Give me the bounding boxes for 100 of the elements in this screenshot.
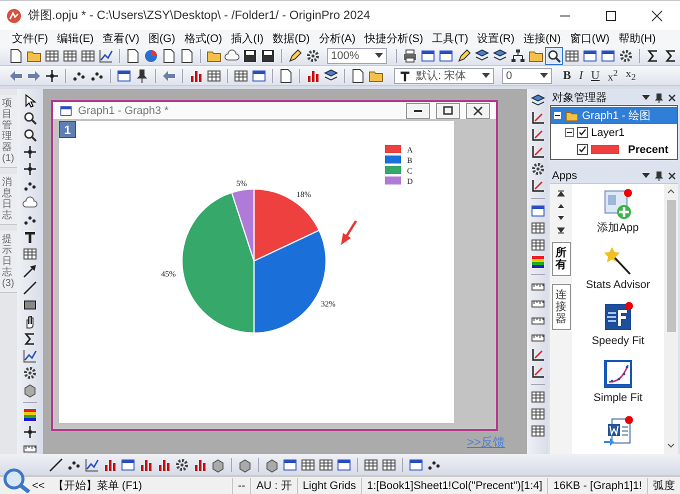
gear-icon[interactable] (618, 48, 634, 64)
grid-icon[interactable] (44, 48, 60, 64)
gear-icon[interactable] (174, 456, 190, 472)
app-label[interactable]: 添加App (597, 222, 639, 235)
checkbox[interactable] (577, 144, 588, 155)
scroll-top-icon[interactable] (557, 190, 565, 198)
menu-item[interactable]: 插入(I) (231, 30, 264, 46)
printer-icon[interactable] (402, 48, 418, 64)
menu-item[interactable]: 快捷分析(S) (364, 30, 424, 46)
crosshair-icon[interactable] (22, 424, 38, 440)
save-icon[interactable] (260, 48, 276, 64)
app-label[interactable]: Simple Fit (594, 392, 642, 405)
grid-icon[interactable] (233, 68, 249, 84)
window-icon[interactable] (420, 48, 436, 64)
zoom-dropdown[interactable]: 100% (327, 48, 387, 64)
side-tab[interactable]: 消息日志 (0, 174, 17, 225)
layers-icon[interactable] (474, 48, 490, 64)
grid-icon[interactable] (530, 406, 546, 422)
close-button[interactable] (466, 102, 490, 118)
window-icon[interactable] (408, 456, 424, 472)
add-app-icon[interactable] (602, 188, 634, 220)
menu-item[interactable]: 查看(V) (102, 30, 140, 46)
line-chart-icon[interactable] (22, 348, 38, 364)
grid-icon[interactable] (530, 220, 546, 236)
window-icon[interactable] (530, 203, 546, 219)
scroll-bottom-icon[interactable] (557, 226, 565, 234)
maximize-icon[interactable] (605, 10, 617, 22)
menu-item[interactable]: 图(G) (148, 30, 176, 46)
format-button[interactable]: U (588, 68, 603, 83)
app-label[interactable]: Speedy Fit (592, 335, 644, 348)
pin-icon[interactable] (655, 92, 663, 102)
layer-badge[interactable]: 1 (59, 121, 76, 138)
grid-icon[interactable] (381, 456, 397, 472)
pin-icon[interactable] (134, 68, 150, 84)
format-button[interactable]: I (576, 68, 586, 83)
caret-icon[interactable] (482, 72, 490, 78)
tree-row[interactable]: Layer1 (551, 124, 677, 141)
font-dropdown[interactable]: 默认: 宋体 (394, 68, 494, 84)
crosshair-icon[interactable] (22, 161, 38, 177)
magnifier-icon[interactable] (22, 110, 38, 126)
apps-tab[interactable]: 连接器 (552, 284, 570, 330)
menu-item[interactable]: 连接(N) (524, 30, 561, 46)
line-chart-icon[interactable] (98, 48, 114, 64)
grid-icon[interactable] (564, 48, 580, 64)
line-icon[interactable] (22, 280, 38, 296)
grid-icon[interactable] (206, 68, 222, 84)
color-bars-icon[interactable] (22, 407, 38, 423)
layers-icon[interactable] (323, 68, 339, 84)
maximize-button[interactable] (436, 102, 460, 118)
axes-icon[interactable] (530, 144, 546, 160)
tree-row[interactable]: Graph1 - 绘图 (551, 107, 677, 124)
caret-icon[interactable] (540, 72, 548, 78)
menu-item[interactable]: 设置(R) (477, 30, 515, 46)
close-icon[interactable] (668, 172, 676, 180)
grid-icon[interactable] (80, 48, 96, 64)
axes-icon[interactable] (530, 178, 546, 194)
gear-icon[interactable] (305, 48, 321, 64)
document-arrow-icon[interactable] (602, 414, 634, 447)
grid-icon[interactable] (363, 456, 379, 472)
crosshair-icon[interactable] (44, 68, 60, 84)
window-icon[interactable] (600, 48, 616, 64)
font-size-dropdown[interactable]: 0 (502, 68, 552, 84)
caret-icon[interactable] (375, 52, 383, 58)
format-button[interactable]: x$_{2}$ (622, 68, 639, 83)
format-button[interactable]: x$^{2}$ (604, 68, 621, 84)
curve-plot-icon[interactable] (602, 358, 634, 390)
line-icon[interactable] (48, 456, 64, 472)
format-button[interactable]: B (560, 68, 574, 83)
window-icon[interactable] (282, 456, 298, 472)
grid-icon[interactable] (530, 389, 546, 405)
menu-item[interactable]: 数据(D) (272, 30, 310, 46)
scrollbar[interactable] (664, 184, 678, 454)
text-tool-icon[interactable] (22, 229, 38, 245)
minimize-button[interactable] (406, 102, 430, 118)
gear-icon[interactable] (530, 161, 546, 177)
close-icon[interactable] (668, 94, 676, 102)
menu-item[interactable]: 窗口(W) (570, 30, 610, 46)
gear-icon[interactable] (22, 365, 38, 381)
arrow-icon[interactable] (22, 263, 38, 279)
color-bars-icon[interactable] (530, 254, 546, 270)
axes-icon[interactable] (530, 347, 546, 363)
axes-icon[interactable] (530, 110, 546, 126)
window-icon[interactable] (116, 68, 132, 84)
side-tab[interactable]: 提示日志 (3) (0, 231, 17, 293)
menu-item[interactable]: 文件(F) (12, 30, 48, 46)
grid-icon[interactable] (530, 237, 546, 253)
pin-icon[interactable] (655, 170, 663, 180)
line-chart-icon[interactable] (84, 456, 100, 472)
axes-icon[interactable] (530, 127, 546, 143)
grid-icon[interactable] (62, 48, 78, 64)
status-text[interactable]: << (30, 478, 48, 494)
collapse-icon[interactable] (565, 128, 574, 137)
side-tab[interactable]: 项目管理器 (1) (0, 95, 17, 168)
apps-tab[interactable]: 所有 (552, 242, 570, 276)
layers-icon[interactable] (492, 48, 508, 64)
grid-icon[interactable] (318, 456, 334, 472)
menu-item[interactable]: 帮助(H) (618, 30, 656, 46)
magnifier-icon[interactable] (22, 127, 38, 143)
grid-icon[interactable] (300, 456, 316, 472)
save-icon[interactable] (242, 48, 258, 64)
